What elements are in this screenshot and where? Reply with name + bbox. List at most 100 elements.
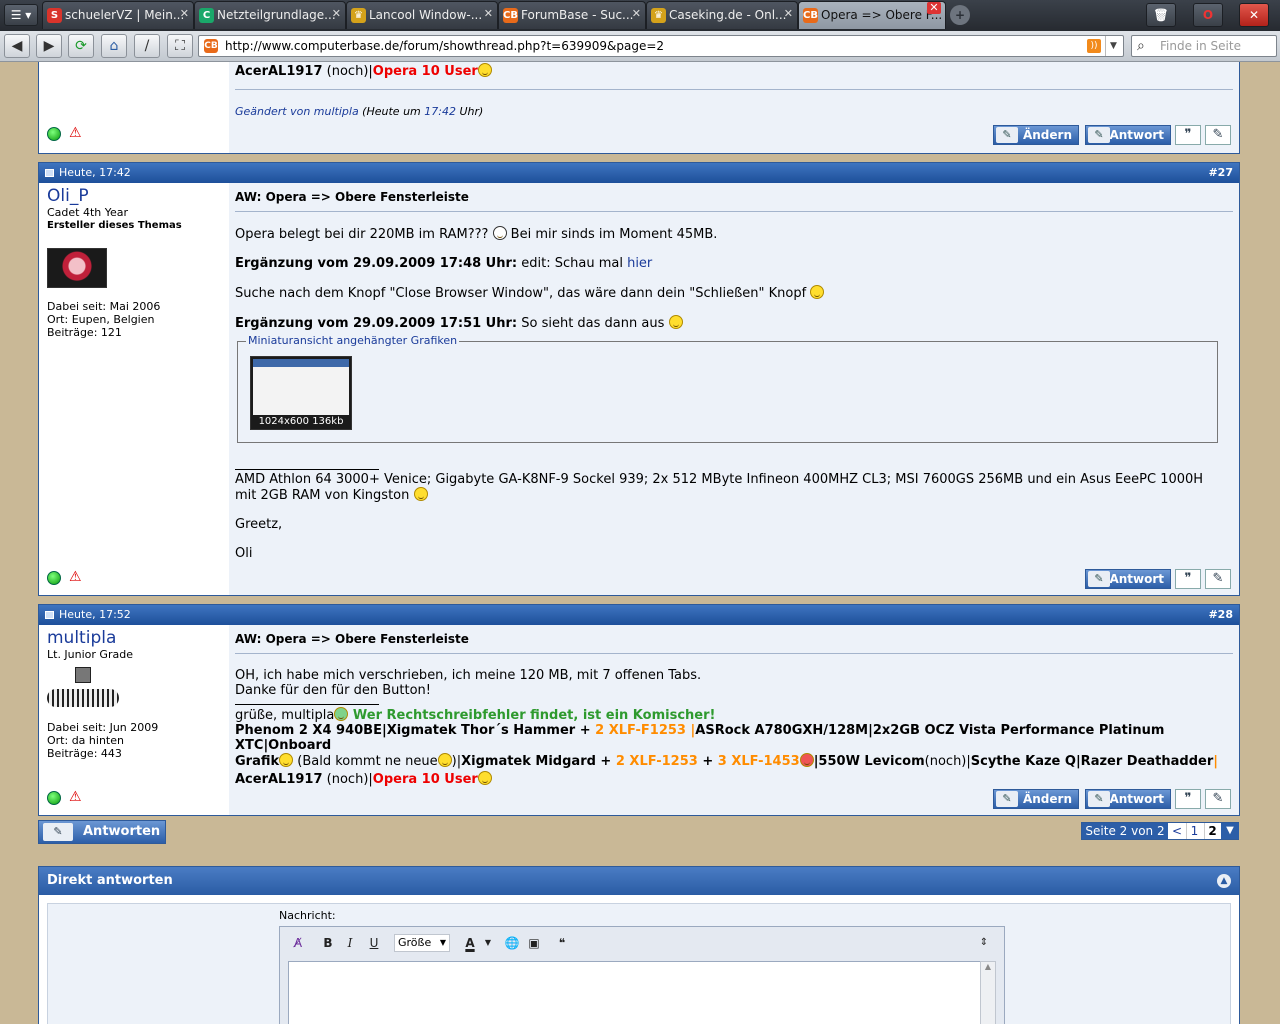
tab-schuelervz[interactable]: S schuelerVZ | Mein... ✕ bbox=[42, 1, 194, 29]
sig-psu: |550W Levicom bbox=[813, 754, 925, 769]
close-icon[interactable]: ✕ bbox=[484, 2, 493, 27]
post-text: Suche nach dem Knopf "Close Browser Wind… bbox=[235, 286, 811, 301]
insert-image-icon[interactable]: ▣ bbox=[524, 933, 544, 953]
message-editor: A̸ B I U Größe ▼ A ▼ 🌐 ▣ ❝ ⇕ ▲ bbox=[279, 926, 1005, 1024]
quote-icon[interactable]: ❝ bbox=[552, 933, 572, 953]
greeting: Greetz, bbox=[235, 517, 283, 532]
sig-fan: 3 XLF-1453 bbox=[717, 754, 800, 769]
tab-opera-thread[interactable]: CB Opera => Obere F... ✕ bbox=[798, 1, 946, 29]
tab-lancool[interactable]: ♛ Lancool Window-... ✕ bbox=[346, 1, 498, 29]
quick-edit-icon[interactable]: ✎ bbox=[1205, 569, 1231, 589]
edited-suffix: Uhr) bbox=[455, 105, 484, 118]
post-title: AW: Opera => Obere Fensterleiste bbox=[235, 189, 1233, 212]
close-icon[interactable]: ✕ bbox=[784, 2, 793, 27]
home-icon[interactable]: ⌂ bbox=[101, 34, 127, 58]
address-bar[interactable]: CB http://www.computerbase.de/forum/show… bbox=[198, 35, 1124, 57]
new-tab-icon[interactable]: + bbox=[950, 5, 970, 25]
report-icon[interactable]: ⚠ bbox=[69, 126, 85, 140]
rss-icon[interactable]: )) bbox=[1087, 39, 1101, 53]
scroll-up-icon[interactable]: ▲ bbox=[981, 962, 995, 971]
trash-icon[interactable]: 🗑 bbox=[1146, 3, 1176, 27]
smiley-icon bbox=[477, 771, 492, 785]
close-icon[interactable]: ✕ bbox=[632, 2, 641, 27]
addendum-text: So sieht das dann aus bbox=[517, 316, 669, 331]
quote-icon[interactable]: ❞ bbox=[1175, 789, 1201, 809]
post-content: AW: Opera => Obere Fensterleiste OH, ich… bbox=[229, 625, 1239, 815]
tab-netzteil[interactable]: C Netzteilgrundlage... ✕ bbox=[194, 1, 346, 29]
bold-icon[interactable]: B bbox=[318, 933, 338, 953]
user-posts: Beiträge: 443 bbox=[47, 747, 122, 760]
sig-board: ASRock A780GXH/128M bbox=[695, 723, 869, 738]
username[interactable]: Oli_P bbox=[47, 187, 221, 206]
close-icon[interactable]: ✕ bbox=[180, 2, 189, 27]
underline-icon[interactable]: U bbox=[364, 933, 384, 953]
reply-button[interactable]: ✎ Antwort bbox=[1085, 125, 1171, 145]
post-number[interactable]: #27 bbox=[1208, 163, 1233, 183]
signoff-name: Oli bbox=[235, 546, 253, 561]
tab-title: Opera => Obere F... bbox=[821, 8, 943, 22]
signature-green: Wer Rechtschreibfehler findet, ist ein K… bbox=[348, 708, 716, 723]
pager-page-1[interactable]: 1 bbox=[1186, 823, 1202, 839]
post-text: OH, ich habe mich verschrieben, ich mein… bbox=[235, 668, 702, 683]
sig-plus: + bbox=[697, 754, 718, 769]
user-joined: Dabei seit: Jun 2009 bbox=[47, 721, 159, 734]
insert-link-icon[interactable]: 🌐 bbox=[502, 933, 522, 953]
tab-caseking[interactable]: ♛ Caseking.de - Onl... ✕ bbox=[646, 1, 798, 29]
quote-icon[interactable]: ❞ bbox=[1175, 125, 1201, 145]
back-icon[interactable]: ◀ bbox=[4, 34, 30, 58]
fullscreen-icon[interactable]: ⛶ bbox=[167, 34, 193, 58]
tab-forumbase[interactable]: CB ForumBase - Suc... ✕ bbox=[498, 1, 646, 29]
reply-button[interactable]: ✎ Antwort bbox=[1085, 789, 1171, 809]
chevron-down-icon[interactable]: ▼ bbox=[478, 933, 498, 953]
tab-favicon: ♛ bbox=[351, 8, 366, 23]
reply-label: Antwort bbox=[1109, 572, 1164, 586]
chevron-down-icon[interactable]: ▼ bbox=[1221, 823, 1239, 839]
thumbnail-caption: 1024x600 136kb bbox=[258, 416, 344, 427]
sig-acer: AcerAL1917 bbox=[235, 64, 323, 79]
format-clear-icon[interactable]: A̸ bbox=[288, 933, 308, 953]
opera-logo-icon[interactable]: O bbox=[1193, 3, 1223, 27]
here-link[interactable]: hier bbox=[627, 256, 652, 271]
post-number[interactable]: #28 bbox=[1208, 605, 1233, 625]
search-input[interactable]: ⌕ Finde in Seite bbox=[1131, 35, 1277, 57]
edit-button[interactable]: ✎ Ändern bbox=[993, 125, 1079, 145]
forward-icon[interactable]: ▶ bbox=[36, 34, 62, 58]
close-icon[interactable]: ✕ bbox=[332, 2, 341, 27]
user-title: Cadet 4th Year bbox=[47, 206, 129, 219]
signature-divider bbox=[235, 704, 379, 705]
thumbnail-image bbox=[253, 359, 349, 415]
answer-button[interactable]: ✎ Antworten bbox=[38, 820, 166, 844]
quick-reply-title: Direkt antworten bbox=[47, 873, 173, 888]
thread-creator: Ersteller dieses Themas bbox=[47, 220, 182, 231]
close-icon[interactable]: ✕ bbox=[927, 2, 941, 14]
quote-icon[interactable]: ❞ bbox=[1175, 569, 1201, 589]
text-color-icon[interactable]: A bbox=[460, 933, 480, 953]
resize-icon[interactable]: ⇕ bbox=[974, 933, 994, 953]
chevron-down-icon[interactable]: ▼ bbox=[1105, 36, 1121, 56]
username[interactable]: multipla bbox=[47, 629, 221, 648]
reply-label: Antwort bbox=[1109, 792, 1164, 806]
pager-label: Seite 2 von 2 bbox=[1082, 823, 1168, 839]
reload-icon[interactable]: ⟳ bbox=[68, 34, 94, 58]
message-textarea[interactable] bbox=[288, 961, 988, 1024]
report-icon[interactable]: ⚠ bbox=[69, 570, 85, 584]
menu-icon: ☰ bbox=[10, 8, 22, 22]
menu-button[interactable]: ☰ ▾ bbox=[4, 4, 38, 26]
collapse-icon[interactable]: ▲ bbox=[1217, 874, 1231, 888]
reply-button[interactable]: ✎ Antwort bbox=[1085, 569, 1171, 589]
scrollbar[interactable]: ▲ bbox=[980, 961, 996, 1024]
wand-icon[interactable]: / bbox=[134, 34, 160, 58]
font-size-label: Größe bbox=[398, 936, 432, 949]
attachment-thumbnail[interactable]: 1024x600 136kb bbox=[250, 356, 352, 430]
window-close-icon[interactable]: ✕ bbox=[1239, 3, 1269, 27]
report-icon[interactable]: ⚠ bbox=[69, 790, 85, 804]
addendum-label: Ergänzung vom 29.09.2009 17:48 Uhr: bbox=[235, 256, 518, 271]
avatar[interactable] bbox=[47, 248, 107, 288]
italic-icon[interactable]: I bbox=[340, 933, 360, 953]
quick-edit-icon[interactable]: ✎ bbox=[1205, 789, 1231, 809]
pager-prev[interactable]: < bbox=[1170, 823, 1184, 839]
quick-edit-icon[interactable]: ✎ bbox=[1205, 125, 1231, 145]
edit-button[interactable]: ✎ Ändern bbox=[993, 789, 1079, 809]
sig-mouse: |Razer Deathadder bbox=[1075, 754, 1214, 769]
font-size-select[interactable]: Größe ▼ bbox=[394, 934, 450, 952]
